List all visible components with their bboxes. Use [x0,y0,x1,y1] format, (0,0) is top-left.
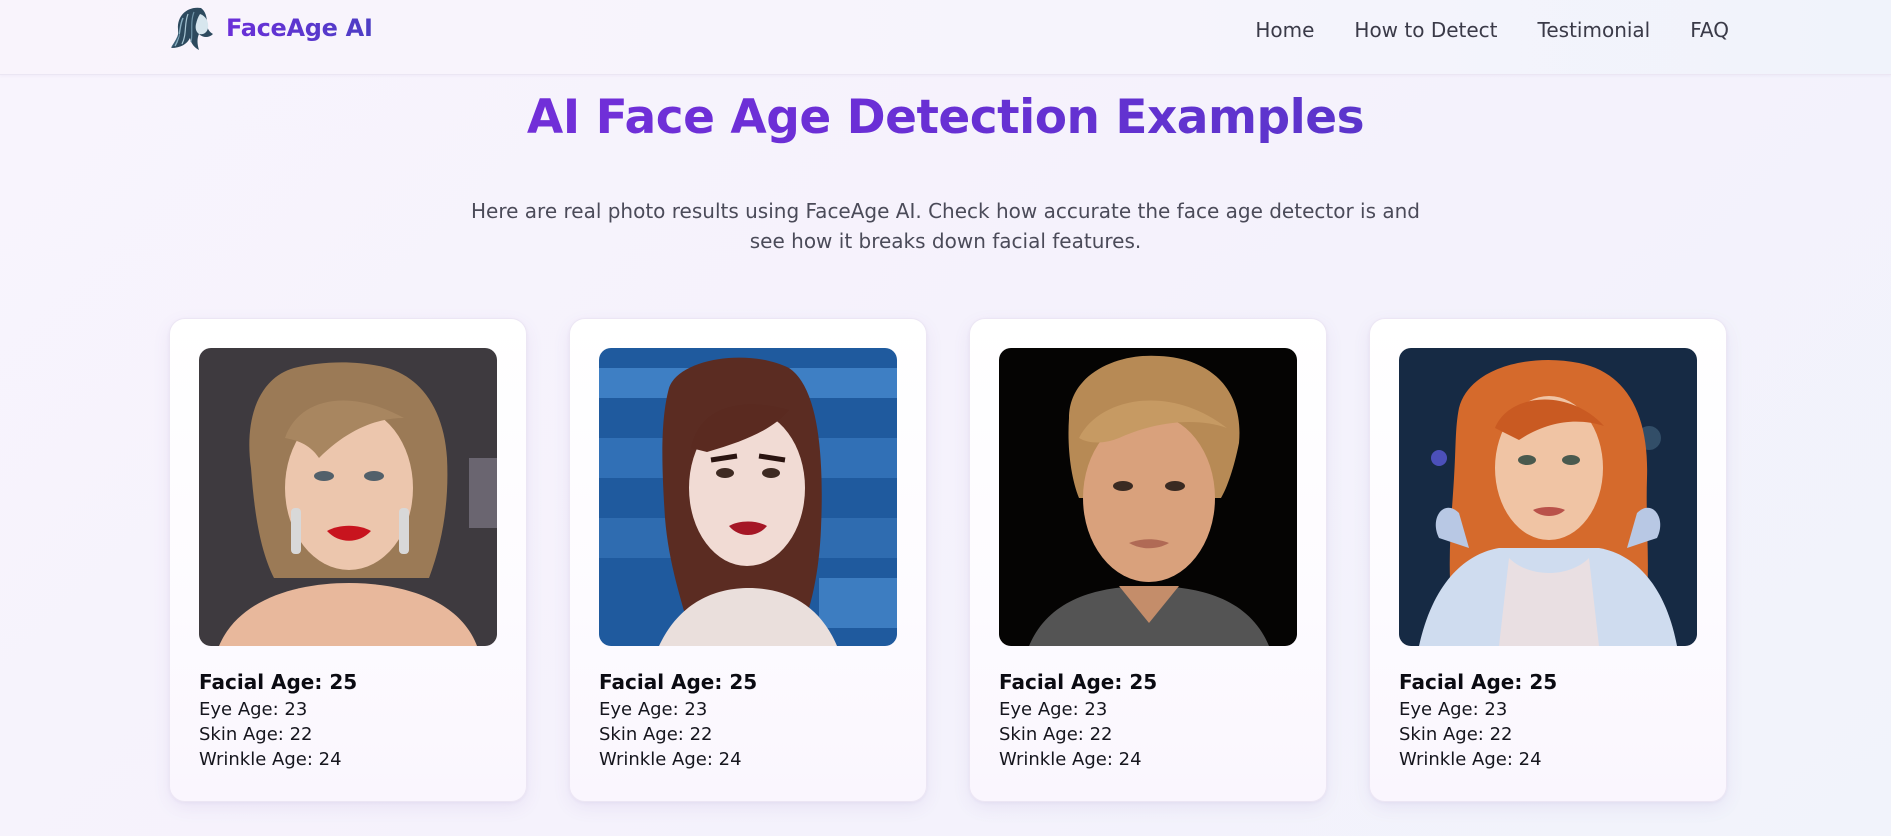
nav-link-faq[interactable]: FAQ [1690,16,1729,44]
example-photo [599,348,897,646]
section-subtitle: Here are real photo results using FaceAg… [470,199,1420,253]
section-title: AI Face Age Detection Examples [0,88,1891,148]
example-card: Facial Age: 25 Eye Age: 23 Skin Age: 22 … [969,318,1327,802]
age-results: Facial Age: 25 Eye Age: 23 Skin Age: 22 … [599,667,899,772]
eye-age: Eye Age: 23 [199,699,308,720]
facial-age: Facial Age: 25 [599,670,758,694]
woman-profile-logo-icon [171,7,213,51]
example-photo [1399,348,1697,646]
top-navbar: FaceAge AI Home How to Detect Testimonia… [0,0,1891,75]
nav-link-how-to-detect[interactable]: How to Detect [1354,16,1497,44]
wrinkle-age: Wrinkle Age: 24 [599,749,742,770]
skin-age: Skin Age: 22 [599,724,713,745]
wrinkle-age: Wrinkle Age: 24 [199,749,342,770]
age-results: Facial Age: 25 Eye Age: 23 Skin Age: 22 … [199,667,499,772]
age-results: Facial Age: 25 Eye Age: 23 Skin Age: 22 … [1399,667,1699,772]
brand-name: FaceAge AI [226,14,373,42]
skin-age: Skin Age: 22 [999,724,1113,745]
eye-age: Eye Age: 23 [999,699,1108,720]
example-photo [999,348,1297,646]
nav-link-home[interactable]: Home [1255,16,1314,44]
wrinkle-age: Wrinkle Age: 24 [999,749,1142,770]
example-card: Facial Age: 25 Eye Age: 23 Skin Age: 22 … [569,318,927,802]
skin-age: Skin Age: 22 [199,724,313,745]
example-card: Facial Age: 25 Eye Age: 23 Skin Age: 22 … [1369,318,1727,802]
eye-age: Eye Age: 23 [599,699,708,720]
main-nav: Home How to Detect Testimonial FAQ [1255,16,1729,44]
facial-age: Facial Age: 25 [1399,670,1558,694]
nav-link-testimonial[interactable]: Testimonial [1538,16,1651,44]
example-photo [199,348,497,646]
facial-age: Facial Age: 25 [199,670,358,694]
eye-age: Eye Age: 23 [1399,699,1508,720]
age-results: Facial Age: 25 Eye Age: 23 Skin Age: 22 … [999,667,1299,772]
brand[interactable]: FaceAge AI [169,4,373,52]
skin-age: Skin Age: 22 [1399,724,1513,745]
example-card: Facial Age: 25 Eye Age: 23 Skin Age: 22 … [169,318,527,802]
facial-age: Facial Age: 25 [999,670,1158,694]
wrinkle-age: Wrinkle Age: 24 [1399,749,1542,770]
